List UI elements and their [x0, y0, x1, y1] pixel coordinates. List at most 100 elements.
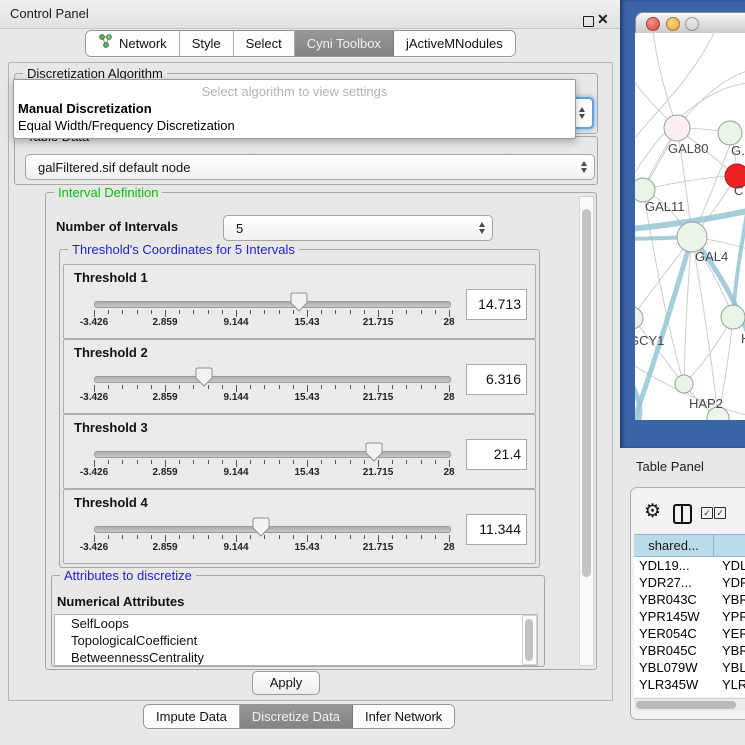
threshold-value-field[interactable]: 6.316: [466, 364, 527, 395]
slider-track[interactable]: [94, 526, 451, 533]
table-row[interactable]: YIL052CYIL0: [634, 693, 745, 697]
column-header-shared-name[interactable]: shared...: [634, 534, 714, 557]
threshold-value-field[interactable]: 21.4: [466, 439, 527, 470]
attribute-item-selfloops[interactable]: SelfLoops: [55, 615, 537, 632]
threshold-panel-2: Threshold 2-3.4262.8599.14415.4321.71528…: [63, 339, 536, 414]
float-window-icon[interactable]: [583, 16, 594, 27]
maximize-window-icon[interactable]: [685, 17, 699, 31]
slider-tick-label: 9.144: [223, 467, 248, 478]
checkbox-icon[interactable]: ✓: [701, 507, 713, 519]
threshold-panel-1: Threshold 1-3.4262.8599.14415.4321.71528…: [63, 264, 536, 339]
table-data-combobox[interactable]: galFiltered.sif default node: [25, 154, 595, 180]
table-row[interactable]: YLR345WYLR3: [634, 676, 745, 693]
threshold-value-field[interactable]: 14.713: [466, 289, 527, 320]
cell-shared-name[interactable]: YDL19...: [634, 557, 718, 574]
network-window-titlebar[interactable]: [635, 12, 745, 35]
table-hscroll-thumb[interactable]: [636, 701, 736, 709]
network-node[interactable]: [721, 305, 745, 329]
tab-infer-network[interactable]: Infer Network: [353, 705, 454, 728]
slider-track[interactable]: [94, 376, 451, 383]
cell-shared-name[interactable]: YBR043C: [634, 591, 718, 608]
slider-tick: [364, 310, 365, 314]
slider-thumb[interactable]: [365, 442, 383, 462]
slider-tick: [421, 460, 422, 464]
table-row[interactable]: YDR27...YDR2: [634, 574, 745, 591]
network-node[interactable]: [718, 121, 742, 145]
tab-cyni-toolbox[interactable]: Cyni Toolbox: [295, 31, 394, 56]
table-row[interactable]: YPR145WYPR1: [634, 608, 745, 625]
cell-shared-name[interactable]: YBL079W: [634, 659, 718, 676]
slider-tick-label: 2.859: [152, 467, 177, 478]
column-header-name[interactable]: n: [714, 534, 745, 557]
tab-impute-data[interactable]: Impute Data: [144, 705, 240, 728]
slider-thumb[interactable]: [252, 517, 270, 537]
slider-tick: [421, 535, 422, 539]
slider-tick: [364, 535, 365, 539]
slider-tick: [108, 460, 109, 464]
slider-thumb[interactable]: [195, 367, 213, 387]
cell-name[interactable]: YBL0: [718, 659, 745, 676]
apply-button[interactable]: Apply: [252, 671, 320, 695]
cell-shared-name[interactable]: YER054C: [634, 625, 718, 642]
table-row[interactable]: YBR045CYBR0: [634, 642, 745, 659]
network-canvas[interactable]: GAL80G.CGAL11GAL4GCY1HHAP2: [635, 33, 745, 420]
slider-thumb[interactable]: [290, 292, 308, 312]
cell-name[interactable]: YBR0: [718, 591, 745, 608]
tab-network[interactable]: Network: [86, 31, 180, 56]
threshold-panel-4: Threshold 4-3.4262.8599.14415.4321.71528…: [63, 489, 536, 564]
cell-name[interactable]: YDL1: [718, 557, 745, 574]
attribute-item-betweennesscentrality[interactable]: BetweennessCentrality: [55, 649, 537, 666]
table-row[interactable]: YBR043CYBR0: [634, 591, 745, 608]
network-node[interactable]: [664, 115, 690, 141]
tab-select[interactable]: Select: [234, 31, 295, 56]
cell-name[interactable]: YER0: [718, 625, 745, 642]
cell-shared-name[interactable]: YIL052C: [634, 693, 718, 697]
dropdown-option-equal-width-frequency-discretization[interactable]: Equal Width/Frequency Discretization: [18, 118, 235, 133]
slider-track[interactable]: [94, 301, 451, 308]
slider-tick: [392, 460, 393, 464]
table-row[interactable]: YDL19...YDL1: [634, 557, 745, 574]
dropdown-option-manual-discretization[interactable]: Manual Discretization: [18, 101, 152, 116]
attributes-scrollbar[interactable]: [522, 615, 537, 665]
cell-shared-name[interactable]: YPR145W: [634, 608, 718, 625]
network-node[interactable]: [635, 307, 643, 329]
table-row[interactable]: YER054CYER0: [634, 625, 745, 642]
slider-tick: [165, 310, 166, 317]
gear-icon[interactable]: ⚙: [644, 500, 661, 523]
combo-arrows-icon: [581, 161, 587, 173]
slider-tick: [449, 460, 450, 467]
slider-tick: [165, 535, 166, 542]
tab-label: Cyni Toolbox: [307, 31, 381, 56]
cell-name[interactable]: YBR0: [718, 642, 745, 659]
network-node[interactable]: [677, 222, 707, 252]
tab-discretize-data[interactable]: Discretize Data: [240, 705, 353, 728]
attribute-item-topologicalcoefficient[interactable]: TopologicalCoefficient: [55, 632, 537, 649]
slider-tick: [279, 460, 280, 464]
cell-name[interactable]: YPR1: [718, 608, 745, 625]
slider-tick: [236, 310, 237, 317]
slider-tick: [137, 385, 138, 389]
tab-style[interactable]: Style: [180, 31, 234, 56]
network-node[interactable]: [675, 375, 693, 393]
tab-jactivemnodules[interactable]: jActiveMNodules: [394, 31, 515, 56]
table-row[interactable]: YBL079WYBL0: [634, 659, 745, 676]
checkbox-icon[interactable]: ✓: [714, 507, 726, 519]
close-icon[interactable]: ✕: [597, 11, 609, 28]
close-window-icon[interactable]: [646, 17, 660, 31]
cell-name[interactable]: YIL0: [718, 693, 745, 697]
panel-scrollbar[interactable]: [579, 196, 594, 666]
number-of-intervals-combobox[interactable]: 5: [223, 215, 493, 241]
cell-name[interactable]: YLR3: [718, 676, 745, 693]
slider-tick: [137, 310, 138, 314]
cell-name[interactable]: YDR2: [718, 574, 745, 591]
table-horizontal-scrollbar[interactable]: [634, 698, 745, 711]
split-columns-icon[interactable]: [673, 504, 692, 524]
cell-shared-name[interactable]: YBR045C: [634, 642, 718, 659]
node-label-hap2: HAP2: [689, 396, 723, 411]
cell-shared-name[interactable]: YLR345W: [634, 676, 718, 693]
threshold-value-field[interactable]: 11.344: [466, 514, 527, 545]
minimize-window-icon[interactable]: [666, 17, 680, 31]
panel-scrollbar-thumb[interactable]: [582, 209, 591, 577]
cell-shared-name[interactable]: YDR27...: [634, 574, 718, 591]
slider-track[interactable]: [94, 451, 451, 458]
